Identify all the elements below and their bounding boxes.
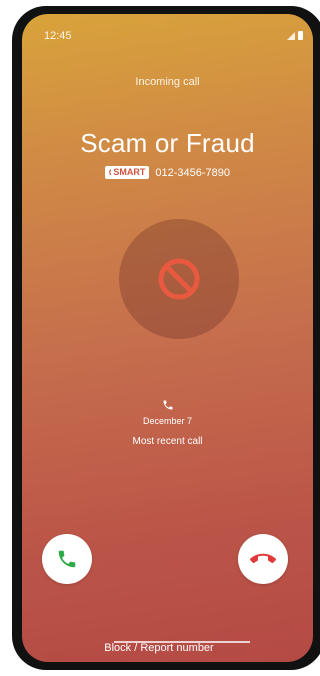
phone-frame: 12:45 Incoming call Scam or Fraud 🕻 SMAR…	[12, 6, 320, 670]
caller-details: 🕻 SMART 012-3456-7890	[22, 166, 313, 179]
smart-phone-icon: 🕻	[108, 167, 112, 177]
phone-icon	[22, 398, 313, 412]
call-screen: 12:45 Incoming call Scam or Fraud 🕻 SMAR…	[22, 14, 313, 662]
block-icon	[158, 258, 200, 300]
incoming-call-label: Incoming call	[135, 76, 200, 88]
recent-call-info: December 7 Most recent call	[22, 398, 313, 447]
signal-icon	[287, 32, 295, 40]
caller-avatar	[119, 219, 239, 339]
caller-number: 012-3456-7890	[155, 166, 231, 179]
status-icons	[287, 31, 303, 40]
phone-decline-icon	[250, 553, 276, 564]
status-bar: 12:45	[22, 14, 313, 54]
caller-name: Scam or Fraud	[80, 128, 255, 158]
recent-call-label: Most recent call	[132, 436, 203, 447]
recent-call-date: December 7	[142, 416, 193, 426]
smart-badge-label: SMART	[113, 167, 146, 177]
status-time: 12:45	[44, 30, 72, 42]
decline-button[interactable]	[238, 534, 288, 584]
smart-badge: 🕻 SMART	[104, 166, 150, 179]
block-report-button[interactable]: Block / Report number	[0, 642, 318, 654]
battery-icon	[298, 31, 303, 40]
answer-button[interactable]	[42, 534, 92, 584]
phone-answer-icon	[58, 550, 76, 568]
